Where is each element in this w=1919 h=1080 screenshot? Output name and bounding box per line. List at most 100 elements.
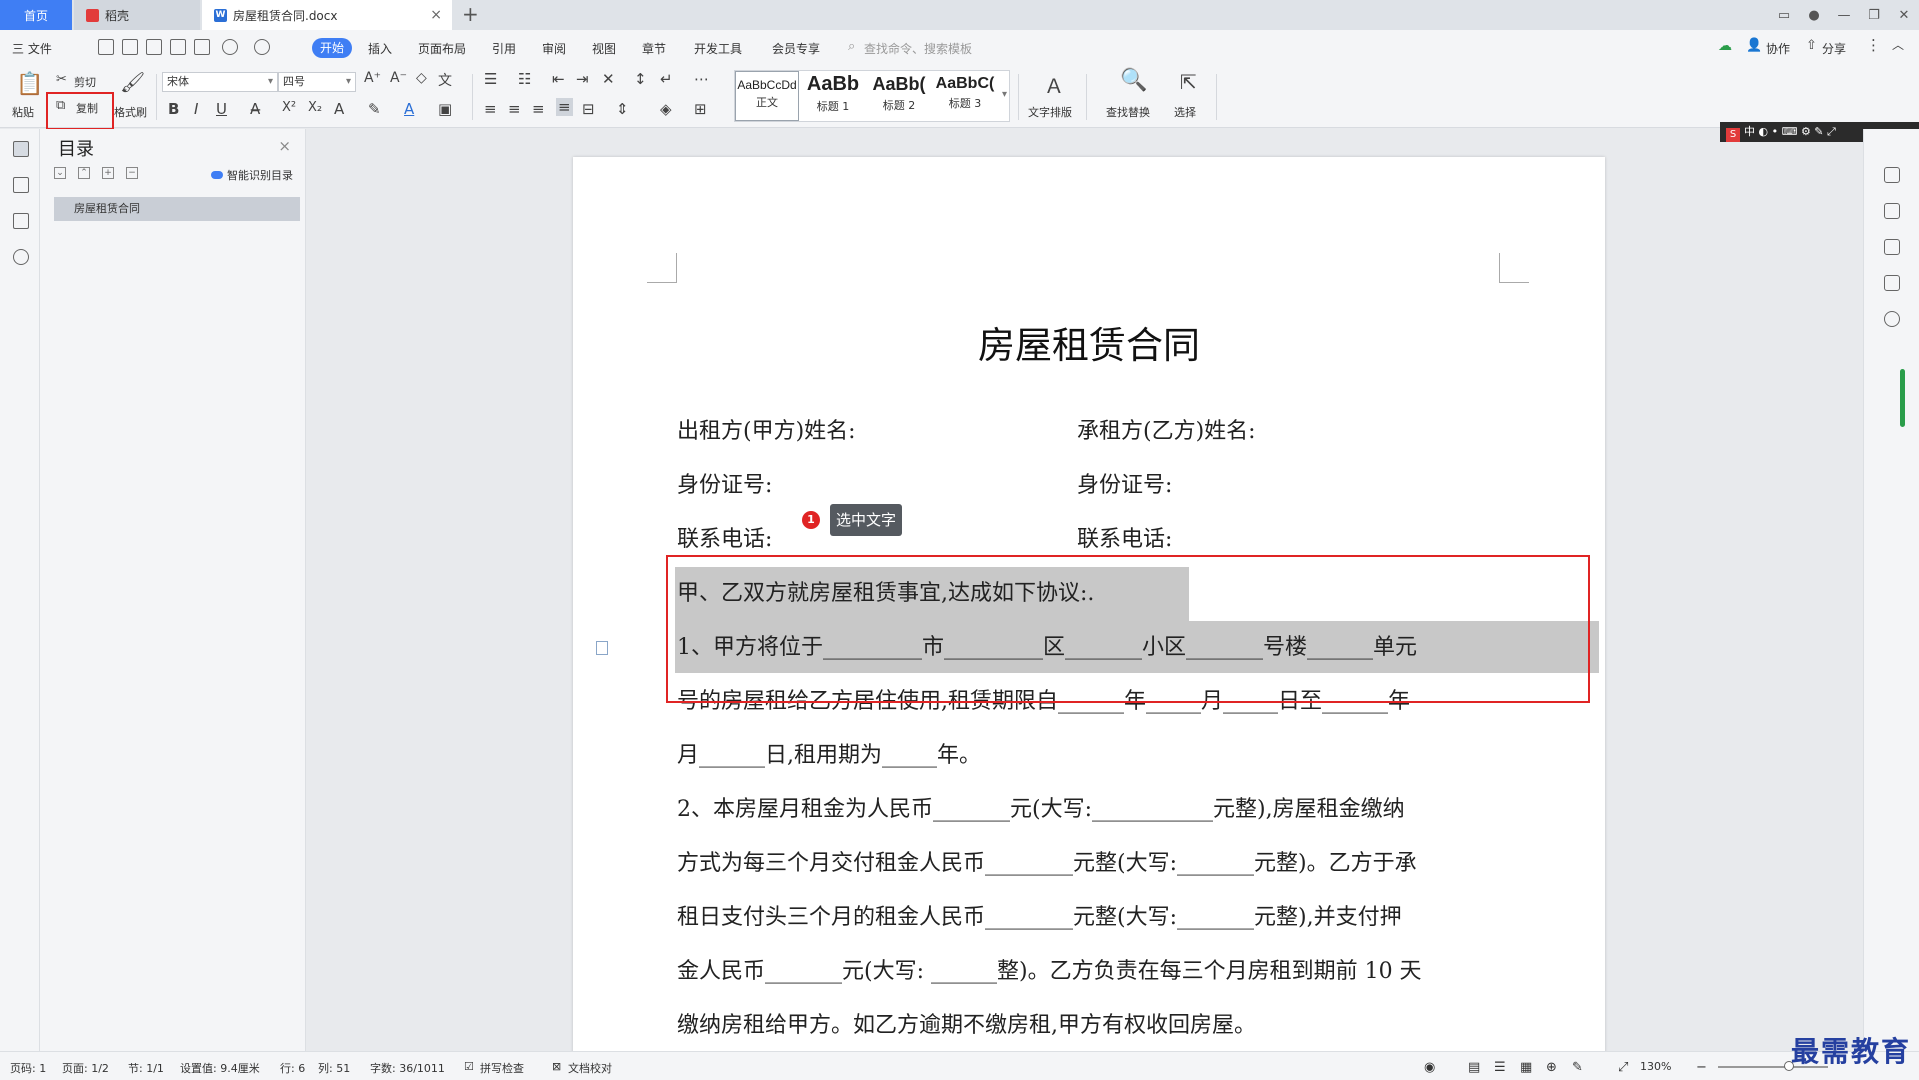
line-break-icon[interactable]: ↵ (660, 70, 673, 88)
superscript-icon[interactable]: X² (282, 100, 296, 115)
share-button[interactable]: 分享 (1822, 40, 1846, 57)
style-expand-icon[interactable]: ▾ (1002, 89, 1007, 100)
menu-review[interactable]: 审阅 (542, 40, 566, 57)
toc-panel-icon[interactable] (13, 141, 29, 157)
menu-page-layout[interactable]: 页面布局 (418, 40, 466, 57)
italic-icon[interactable]: I (194, 100, 198, 118)
paragraph-4[interactable]: 月______日,租用期为_____年。 (677, 737, 981, 769)
adjust-icon[interactable] (1884, 275, 1900, 291)
tab-daoke[interactable]: 稻壳 (74, 0, 200, 30)
smart-toc-button[interactable]: 智能识别目录 (211, 167, 293, 183)
ime-tools-icon[interactable]: ◐ • ⌨ ⚙ ✎ ⤢ (1759, 125, 1836, 138)
undo-icon[interactable] (222, 39, 238, 55)
menu-chapter[interactable]: 章节 (642, 40, 666, 57)
line-spacing-icon[interactable]: ⇕ (616, 100, 629, 118)
increase-indent-icon[interactable]: ⇥ (576, 70, 589, 88)
chinese-layout-icon[interactable]: ✕ (602, 70, 615, 88)
grow-font-icon[interactable]: A⁺ (364, 70, 381, 86)
status-word-count[interactable]: 字数: 36/1011 (370, 1060, 445, 1076)
toc-item[interactable]: 房屋租赁合同 (54, 197, 300, 221)
zoom-level[interactable]: 130% (1640, 1060, 1671, 1073)
print-icon[interactable] (170, 39, 186, 55)
document-title[interactable]: 房屋租赁合同 (573, 315, 1605, 369)
preview-icon[interactable] (194, 39, 210, 55)
save-icon[interactable] (122, 39, 138, 55)
format-painter-button[interactable]: 格式刷 (114, 104, 147, 120)
paragraph-5[interactable]: 2、本房屋月租金为人民币_______元(大写:___________元整),房… (677, 791, 1405, 823)
landlord-phone-line[interactable]: 联系电话: (677, 521, 772, 553)
new-tab-button[interactable]: + (462, 4, 479, 24)
fit-page-icon[interactable]: ⤢ (1618, 1060, 1628, 1075)
paragraph-handle-icon[interactable] (596, 641, 608, 655)
sort-icon[interactable]: ↕ (634, 70, 647, 88)
collab-button[interactable]: 协作 (1766, 40, 1790, 57)
paragraph-9[interactable]: 缴纳房租给甲方。如乙方逾期不缴房租,甲方有权收回房屋。 (677, 1007, 1256, 1039)
style-heading-1[interactable]: AaBb 标题 1 (801, 71, 865, 121)
command-search-input[interactable]: 查找命令、搜索模板 (864, 40, 972, 57)
find-replace-icon[interactable]: 🔍 (1120, 68, 1147, 93)
proofread-button[interactable]: 文档校对 (568, 1060, 612, 1076)
restore-icon[interactable]: ❐ (1859, 8, 1889, 23)
collapse-ribbon-icon[interactable]: ︿ (1892, 36, 1904, 53)
layout-icon[interactable]: ▭ (1769, 8, 1799, 23)
chapter-nav-icon[interactable] (13, 177, 29, 193)
font-name-select[interactable]: 宋体 (162, 72, 278, 92)
text-layout-icon[interactable]: Ａ (1044, 70, 1064, 99)
text-effect-icon[interactable]: A (334, 100, 344, 118)
paragraph-8[interactable]: 金人民币_______元(大写: ______整)。乙方负责在每三个月房租到期前… (677, 953, 1422, 985)
add-item-icon[interactable]: + (102, 167, 114, 179)
paragraph-7[interactable]: 租日支付头三个月的租金人民币________元整(大写:_______元整),并… (677, 899, 1402, 931)
close-panel-icon[interactable]: × (278, 137, 291, 155)
pen-icon[interactable] (1884, 203, 1900, 219)
menu-references[interactable]: 引用 (492, 40, 516, 57)
menu-member[interactable]: 会员专享 (772, 40, 820, 57)
justify-icon[interactable]: ≡ (556, 98, 573, 116)
tenant-name-line[interactable]: 承租方(乙方)姓名: (1077, 413, 1256, 445)
select-cursor-icon[interactable]: ⇱ (1180, 70, 1197, 94)
tab-document[interactable]: W 房屋租赁合同.docx × (202, 0, 452, 30)
more-icon[interactable]: ⋮ (1866, 36, 1881, 54)
status-page[interactable]: 页面: 1/2 (62, 1060, 109, 1076)
menu-view[interactable]: 视图 (592, 40, 616, 57)
numbered-list-icon[interactable]: ☷ (518, 70, 531, 88)
close-window-icon[interactable]: ✕ (1889, 8, 1919, 23)
side-slider[interactable] (1900, 369, 1905, 427)
font-size-select[interactable]: 四号 (278, 72, 356, 92)
landlord-name-line[interactable]: 出租方(甲方)姓名: (677, 413, 856, 445)
avatar[interactable]: ● (1799, 8, 1829, 23)
show-marks-icon[interactable]: ⋯ (694, 70, 709, 88)
minimize-icon[interactable]: — (1829, 8, 1859, 23)
underline-icon[interactable]: U (216, 100, 227, 118)
tenant-id-line[interactable]: 身份证号: (1077, 467, 1172, 499)
menu-home-tab[interactable]: 开始 (312, 38, 352, 58)
format-painter-icon[interactable]: 🖌 (120, 70, 145, 94)
redo-icon[interactable] (254, 39, 270, 55)
outline-view-icon[interactable]: ☰ (1494, 1060, 1506, 1075)
clear-format-icon[interactable]: ◇ (416, 70, 427, 86)
bold-icon[interactable]: B (168, 100, 179, 118)
close-tab-icon[interactable]: × (430, 8, 442, 22)
char-border-icon[interactable]: ▣ (438, 100, 452, 118)
spell-check-button[interactable]: 拼写检查 (480, 1060, 524, 1076)
page-view-icon[interactable]: ▤ (1468, 1060, 1480, 1075)
landlord-id-line[interactable]: 身份证号: (677, 467, 772, 499)
menu-insert[interactable]: 插入 (368, 40, 392, 57)
style-heading-3[interactable]: AaBbC( 标题 3 (933, 71, 997, 121)
search-panel-icon[interactable] (13, 249, 29, 265)
menu-developer[interactable]: 开发工具 (694, 40, 742, 57)
shrink-font-icon[interactable]: A⁻ (390, 70, 407, 86)
paragraph-6[interactable]: 方式为每三个月交付租金人民币________元整(大写:_______元整)。乙… (677, 845, 1417, 877)
style-heading-2[interactable]: AaBb( 标题 2 (867, 71, 931, 121)
expand-all-icon[interactable]: ⌃ (78, 167, 90, 179)
highlight-icon[interactable]: ✎ (368, 100, 381, 118)
eye-protect-icon[interactable]: ◉ (1424, 1060, 1435, 1075)
text-layout-button[interactable]: 文字排版 (1028, 104, 1072, 120)
ime-mode[interactable]: 中 (1744, 125, 1755, 138)
bullet-list-icon[interactable]: ☰ (484, 70, 497, 88)
web-view-icon[interactable]: ⊕ (1546, 1060, 1557, 1075)
tab-home[interactable]: 首页 (0, 0, 72, 30)
style-normal[interactable]: AaBbCcDd 正文 (735, 71, 799, 121)
scissors-icon[interactable]: ✂ (56, 72, 67, 87)
decrease-indent-icon[interactable]: ⇤ (552, 70, 565, 88)
paste-icon[interactable]: 📋 (16, 72, 43, 97)
